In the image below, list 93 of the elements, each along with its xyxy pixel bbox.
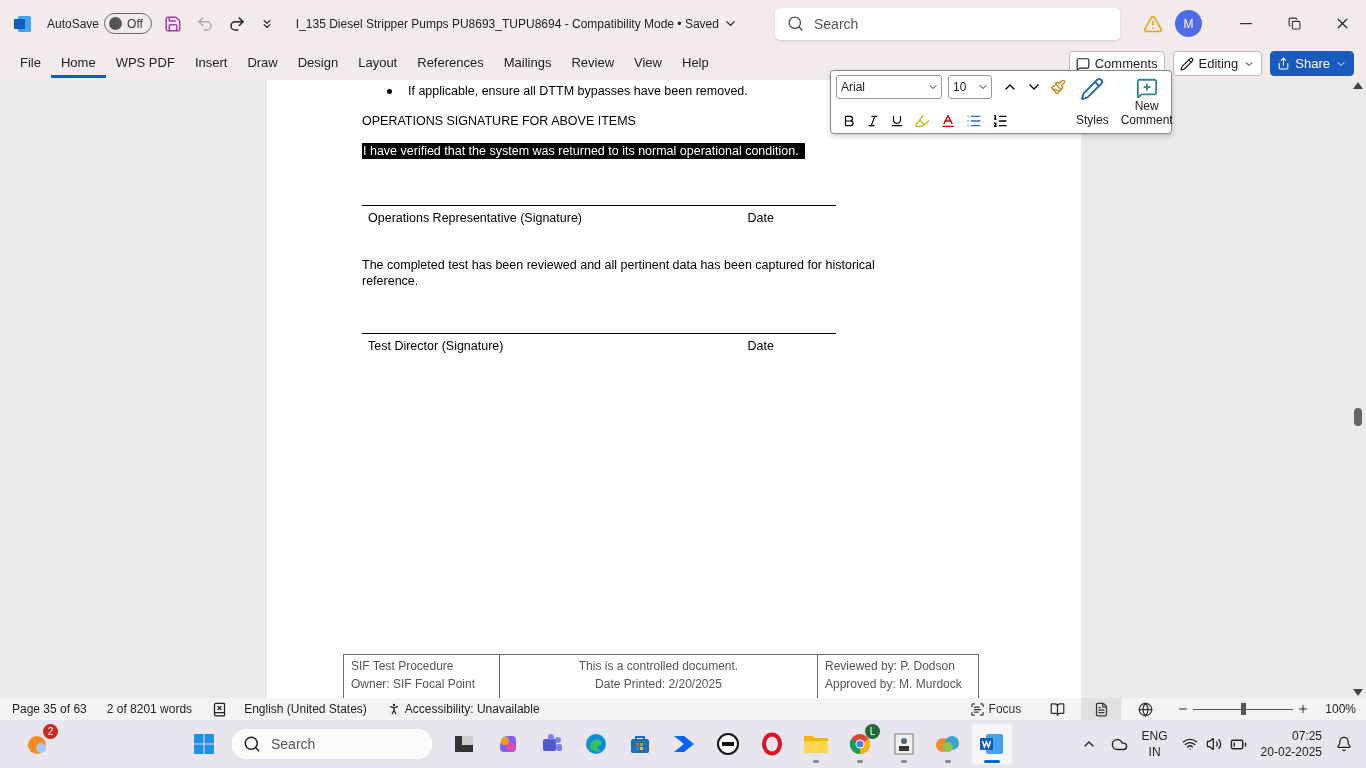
- autosave-label: AutoSave: [47, 16, 100, 31]
- footer-text: Reviewed by: P. Dodson: [825, 659, 955, 673]
- comment-icon: [1075, 56, 1090, 71]
- footer-text: SIF Test Procedure: [351, 659, 454, 673]
- ribbon-tab[interactable]: View: [624, 49, 672, 78]
- share-icon: [1277, 57, 1291, 70]
- footer-text: Approved by: M. Murdock: [825, 677, 962, 691]
- ribbon-tab[interactable]: References: [407, 49, 494, 78]
- page-icon: [1093, 701, 1109, 717]
- ribbon-tab[interactable]: Mailings: [493, 49, 562, 78]
- italic-icon[interactable]: [866, 114, 880, 128]
- avatar[interactable]: M: [1175, 10, 1202, 37]
- proofing-icon[interactable]: [212, 701, 228, 717]
- bullets-icon[interactable]: [966, 113, 982, 129]
- size-dropdown[interactable]: 10: [948, 75, 992, 99]
- cloud-icon: [935, 734, 961, 754]
- ribbon-tab[interactable]: Insert: [184, 49, 238, 78]
- share-button[interactable]: Share: [1270, 51, 1354, 76]
- word-logo-icon: [14, 14, 32, 33]
- date-label: Date: [747, 211, 774, 225]
- document-title: I_135 Diesel Stripper Pumps PU8693_TUPU8694 - Compatibility Mode • Saved: [295, 16, 719, 31]
- date-label: Date: [747, 339, 774, 353]
- paintbrush-icon[interactable]: [1050, 79, 1066, 95]
- terminal-icon: [453, 733, 475, 755]
- zoom-in-icon[interactable]: [1297, 703, 1310, 715]
- search-field[interactable]: Search: [775, 7, 1120, 40]
- book-icon: [1049, 701, 1065, 717]
- shopping-bag-icon: [629, 733, 651, 755]
- numbering-icon[interactable]: [992, 113, 1008, 129]
- circle-logo-icon: [716, 732, 740, 756]
- new-comment-button[interactable]: New Comment: [1118, 75, 1175, 129]
- portrait-icon: [893, 732, 915, 756]
- section-heading: OPERATIONS SIGNATURE FOR ABOVE ITEMS: [362, 113, 636, 129]
- globe-icon: [584, 732, 608, 756]
- redo-icon[interactable]: [227, 14, 246, 33]
- pencil-icon: [1080, 77, 1105, 101]
- volume-icon[interactable]: [1205, 736, 1222, 752]
- folder-icon: [803, 733, 829, 755]
- signature-label: Test Director (Signature): [368, 339, 504, 353]
- clock[interactable]: 07:25 20-02-2025: [1260, 728, 1322, 760]
- profile-badge: L: [865, 724, 880, 739]
- focus-button[interactable]: Focus: [969, 701, 1022, 717]
- ribbon-tab[interactable]: Draw: [237, 49, 288, 78]
- font-dropdown[interactable]: Arial: [836, 75, 942, 99]
- taskbar-search-field[interactable]: Search: [230, 728, 434, 760]
- windows-logo-icon: [193, 733, 215, 755]
- footer-text: This is a controlled document.: [578, 659, 739, 673]
- globe-icon: [1137, 701, 1153, 717]
- bold-icon[interactable]: [842, 114, 856, 128]
- pencil-icon: [1179, 56, 1194, 71]
- browser-icon: [848, 732, 872, 756]
- ribbon-tab[interactable]: Design: [287, 49, 349, 78]
- minimize-icon: [1240, 22, 1252, 25]
- font-color-icon[interactable]: [940, 113, 956, 129]
- restore-icon: [1287, 17, 1301, 30]
- editing-button[interactable]: Editing: [1172, 51, 1263, 76]
- ribbon-tab[interactable]: Review: [561, 49, 625, 78]
- comment-plus-icon: [1135, 77, 1158, 99]
- zoom-slider[interactable]: [1193, 703, 1294, 715]
- warning-icon: [1143, 13, 1163, 34]
- ribbon-tab[interactable]: Layout: [348, 49, 408, 78]
- underline-icon[interactable]: [890, 114, 904, 128]
- taskbar-app[interactable]: L: [840, 724, 880, 764]
- word-icon: [979, 732, 1005, 756]
- language-indicator[interactable]: ENG IN: [1141, 728, 1168, 760]
- notification-icon[interactable]: [1336, 736, 1352, 752]
- signature-label: Operations Representative (Signature): [368, 211, 582, 225]
- footer-text: Owner: SIF Focal Point: [351, 677, 476, 691]
- styles-button[interactable]: Styles: [1074, 75, 1111, 129]
- language-label: English (United States): [244, 702, 367, 716]
- wifi-icon[interactable]: [1181, 736, 1198, 752]
- save-icon[interactable]: [163, 14, 182, 33]
- ribbon-tab[interactable]: WPS PDF: [105, 49, 185, 78]
- accessibility-label: Accessibility: Unavailable: [404, 702, 540, 716]
- notification-badge: 2: [43, 724, 58, 739]
- ribbon-tab[interactable]: Help: [672, 49, 719, 78]
- ring-icon: [761, 732, 783, 756]
- bullet-text: If applicable, ensure all DTTM bypasses have been removed.: [408, 84, 748, 98]
- search-icon: [787, 15, 804, 32]
- bullet-icon: [387, 89, 392, 94]
- taskbar-app[interactable]: [972, 724, 1012, 764]
- selected-sentence: I have verified that the system was returned to its normal operational condition.: [362, 143, 805, 159]
- word-count: 2 of 8201 words: [106, 702, 193, 716]
- ribbon-tab[interactable]: File: [10, 49, 51, 78]
- widgets-button[interactable]: 2: [18, 724, 58, 764]
- zoom-label: 100%: [1325, 702, 1356, 716]
- footer-text: Date Printed: 2/20/2025: [595, 677, 722, 691]
- focus-icon: [969, 701, 985, 717]
- search-icon: [243, 735, 261, 753]
- review-paragraph: The completed test has been reviewed and all pertinent data has been captured for historical reference.: [362, 257, 876, 289]
- page-count: Page 35 of 63: [12, 702, 87, 716]
- view-button[interactable]: [1081, 698, 1122, 720]
- arrow-icon: [672, 733, 696, 755]
